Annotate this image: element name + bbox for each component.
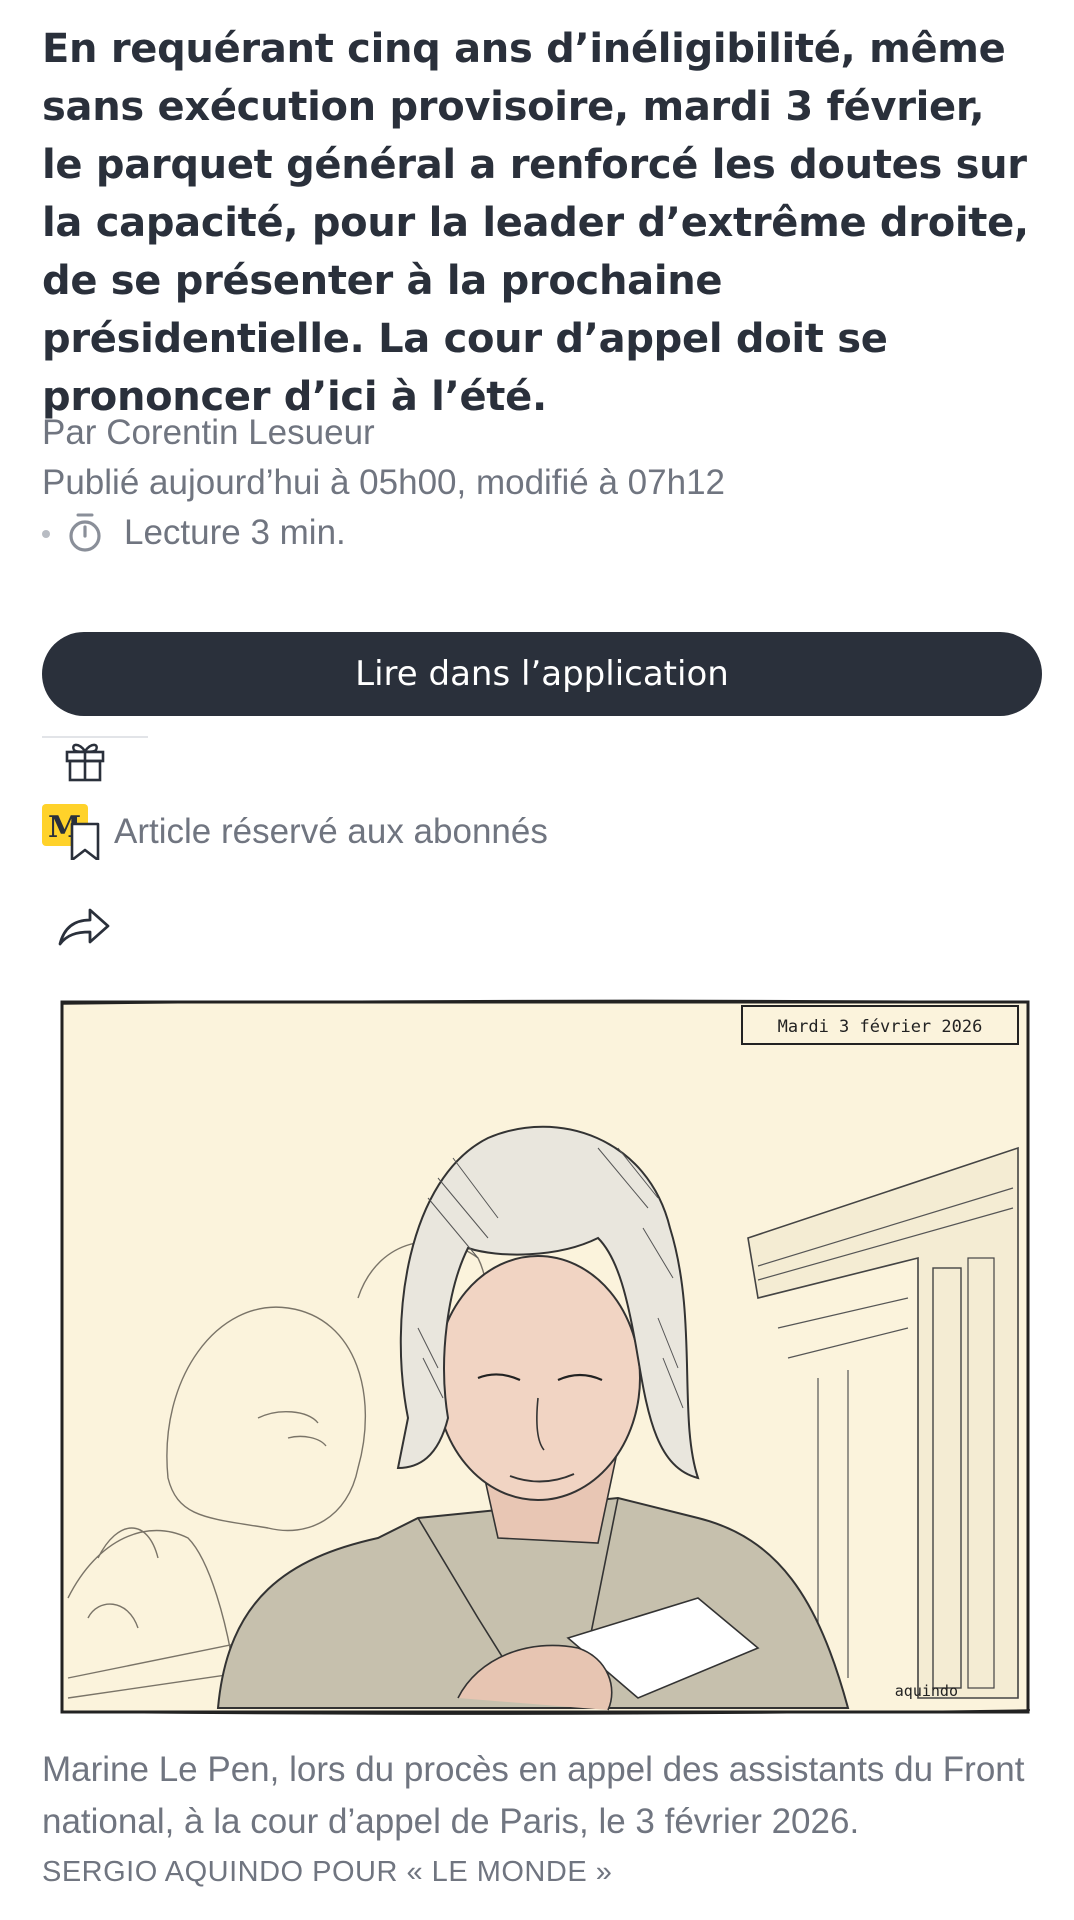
bookmark-icon: M bbox=[42, 804, 100, 860]
article-lede: En requérant cinq ans d’inéligibilité, m… bbox=[42, 26, 1029, 420]
read-in-app-button[interactable]: Lire dans l’application bbox=[42, 632, 1042, 716]
courtroom-sketch-illustration: Mardi 3 février 2026 aquindo bbox=[60, 999, 1031, 1715]
subscriber-notice: M Article réservé aux abonnés bbox=[42, 804, 548, 860]
image-credit: SERGIO AQUINDO POUR « LE MONDE » bbox=[42, 1856, 613, 1888]
artist-signature: aquindo bbox=[895, 1682, 958, 1700]
illustration-date-banner: Mardi 3 février 2026 bbox=[778, 1017, 983, 1037]
subscriber-label: Article réservé aux abonnés bbox=[114, 812, 548, 851]
timer-icon bbox=[69, 513, 101, 552]
reading-time: Lecture 3 min. bbox=[42, 508, 346, 558]
gift-icon[interactable] bbox=[64, 738, 106, 782]
separator-dot bbox=[42, 530, 50, 538]
share-icon[interactable] bbox=[56, 902, 112, 950]
published-date: Publié aujourd’hui à 05h00, modifié à 07… bbox=[42, 463, 726, 502]
reading-time-label: Lecture 3 min. bbox=[124, 513, 346, 552]
author-byline[interactable]: Par Corentin Lesueur bbox=[42, 408, 375, 458]
image-caption: Marine Le Pen, lors du procès en appel d… bbox=[42, 1750, 1025, 1841]
